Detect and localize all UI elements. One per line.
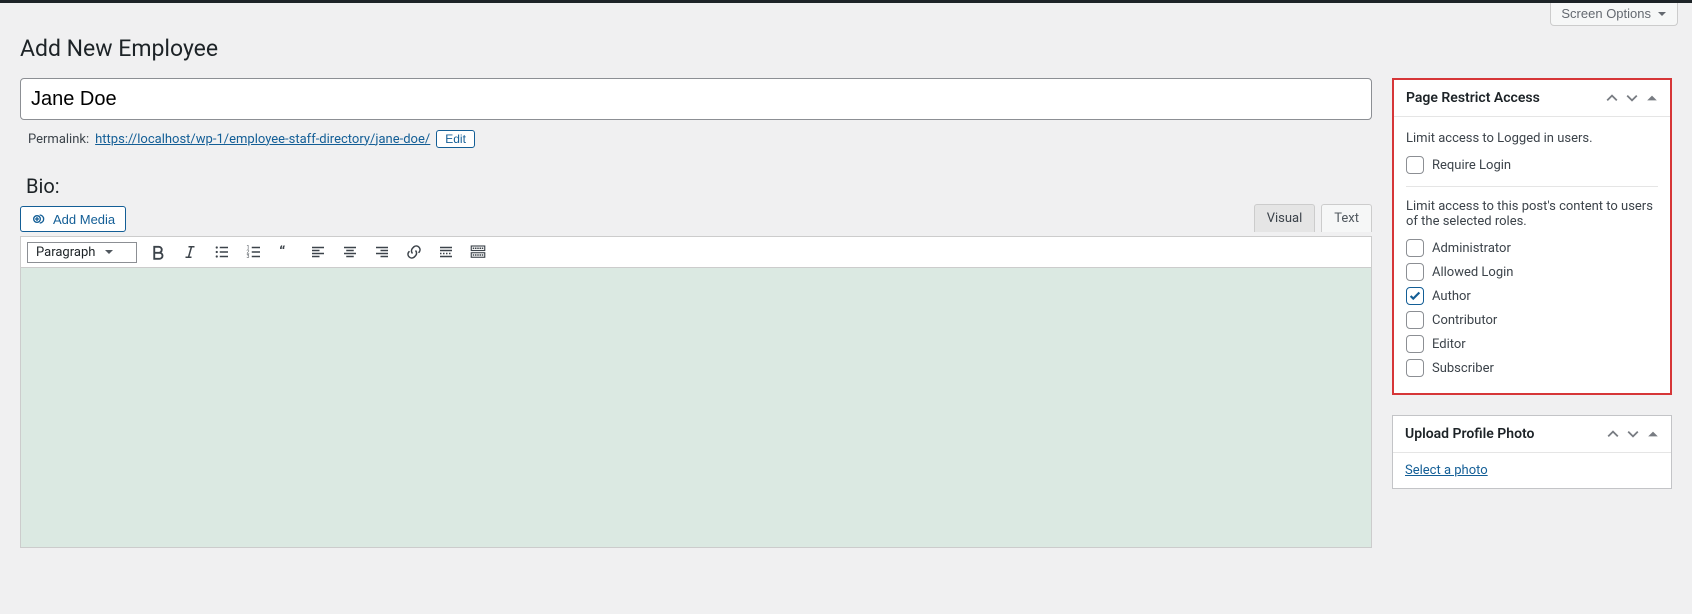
role-checkbox-row[interactable]: Editor xyxy=(1406,335,1658,353)
role-checkbox[interactable] xyxy=(1406,359,1424,377)
chevron-down-icon xyxy=(1627,428,1639,440)
bullet-list-button[interactable] xyxy=(211,241,233,263)
require-login-checkbox-row[interactable]: Require Login xyxy=(1406,156,1658,174)
role-label: Administrator xyxy=(1432,241,1511,256)
align-right-icon xyxy=(373,243,391,261)
caret-down-icon xyxy=(104,247,114,257)
page-title: Add New Employee xyxy=(20,26,1672,66)
toolbar-toggle-button[interactable] xyxy=(467,241,489,263)
svg-text:“: “ xyxy=(279,243,285,261)
screen-options-label: Screen Options xyxy=(1561,6,1651,21)
role-checkbox[interactable] xyxy=(1406,239,1424,257)
role-checkbox-row[interactable]: Administrator xyxy=(1406,239,1658,257)
require-login-label: Require Login xyxy=(1432,158,1511,173)
add-media-button[interactable]: Add Media xyxy=(20,206,126,232)
triangle-up-icon xyxy=(1647,428,1659,440)
role-label: Contributor xyxy=(1432,313,1497,328)
align-center-icon xyxy=(341,243,359,261)
tab-text[interactable]: Text xyxy=(1321,204,1372,232)
italic-button[interactable] xyxy=(179,241,201,263)
panel-move-down[interactable] xyxy=(1626,92,1638,104)
panel-toggle[interactable] xyxy=(1646,92,1658,104)
limit-login-text: Limit access to Logged in users. xyxy=(1406,131,1658,146)
align-center-button[interactable] xyxy=(339,241,361,263)
role-checkbox[interactable] xyxy=(1406,311,1424,329)
link-button[interactable] xyxy=(403,241,425,263)
link-icon xyxy=(405,243,423,261)
add-media-label: Add Media xyxy=(53,212,115,227)
bio-label: Bio: xyxy=(26,174,1372,198)
role-label: Author xyxy=(1432,289,1471,304)
role-label: Editor xyxy=(1432,337,1466,352)
editor-toolbar: Paragraph 123 “ xyxy=(20,236,1372,268)
divider xyxy=(1406,186,1658,187)
numbered-list-button[interactable]: 123 xyxy=(243,241,265,263)
bold-button[interactable] xyxy=(147,241,169,263)
media-icon xyxy=(31,211,47,227)
role-checkbox-row[interactable]: Contributor xyxy=(1406,311,1658,329)
role-checkbox-row[interactable]: Subscriber xyxy=(1406,359,1658,377)
screen-options-button[interactable]: Screen Options xyxy=(1550,3,1678,26)
blockquote-button[interactable]: “ xyxy=(275,241,297,263)
chevron-down-icon xyxy=(1626,92,1638,104)
quote-icon: “ xyxy=(277,243,295,261)
page-restrict-heading: Page Restrict Access xyxy=(1406,90,1540,106)
read-more-icon xyxy=(437,243,455,261)
panel-move-up[interactable] xyxy=(1607,428,1619,440)
block-format-select[interactable]: Paragraph xyxy=(27,242,137,263)
panel-toggle[interactable] xyxy=(1647,428,1659,440)
role-checkbox-row[interactable]: Author xyxy=(1406,287,1658,305)
chevron-up-icon xyxy=(1606,92,1618,104)
post-title-input[interactable] xyxy=(20,78,1372,120)
editor-body[interactable] xyxy=(20,268,1372,548)
role-checkbox[interactable] xyxy=(1406,335,1424,353)
role-label: Subscriber xyxy=(1432,361,1494,376)
bullet-list-icon xyxy=(213,243,231,261)
toolbar-toggle-icon xyxy=(469,243,487,261)
role-checkbox-row[interactable]: Allowed Login xyxy=(1406,263,1658,281)
align-left-icon xyxy=(309,243,327,261)
limit-roles-text: Limit access to this post's content to u… xyxy=(1406,199,1658,229)
permalink-link[interactable]: https://localhost/wp-1/employee-staff-di… xyxy=(95,132,430,147)
triangle-up-icon xyxy=(1646,92,1658,104)
caret-down-icon xyxy=(1657,9,1667,19)
permalink-label: Permalink: xyxy=(28,132,89,147)
numbered-list-icon: 123 xyxy=(245,243,263,261)
align-left-button[interactable] xyxy=(307,241,329,263)
page-restrict-access-panel: Page Restrict Access Limit access to Log… xyxy=(1392,78,1672,395)
italic-icon xyxy=(181,243,199,261)
role-label: Allowed Login xyxy=(1432,265,1514,280)
upload-photo-heading: Upload Profile Photo xyxy=(1405,426,1534,442)
role-checkbox[interactable] xyxy=(1406,287,1424,305)
role-checkbox[interactable] xyxy=(1406,263,1424,281)
upload-profile-photo-panel: Upload Profile Photo Select a photo xyxy=(1392,415,1672,489)
tab-visual[interactable]: Visual xyxy=(1254,204,1316,232)
panel-move-up[interactable] xyxy=(1606,92,1618,104)
read-more-button[interactable] xyxy=(435,241,457,263)
chevron-up-icon xyxy=(1607,428,1619,440)
select-photo-link[interactable]: Select a photo xyxy=(1405,463,1488,478)
svg-text:3: 3 xyxy=(247,254,250,260)
require-login-checkbox[interactable] xyxy=(1406,156,1424,174)
panel-move-down[interactable] xyxy=(1627,428,1639,440)
bold-icon xyxy=(149,243,167,261)
edit-permalink-button[interactable]: Edit xyxy=(436,130,475,148)
align-right-button[interactable] xyxy=(371,241,393,263)
